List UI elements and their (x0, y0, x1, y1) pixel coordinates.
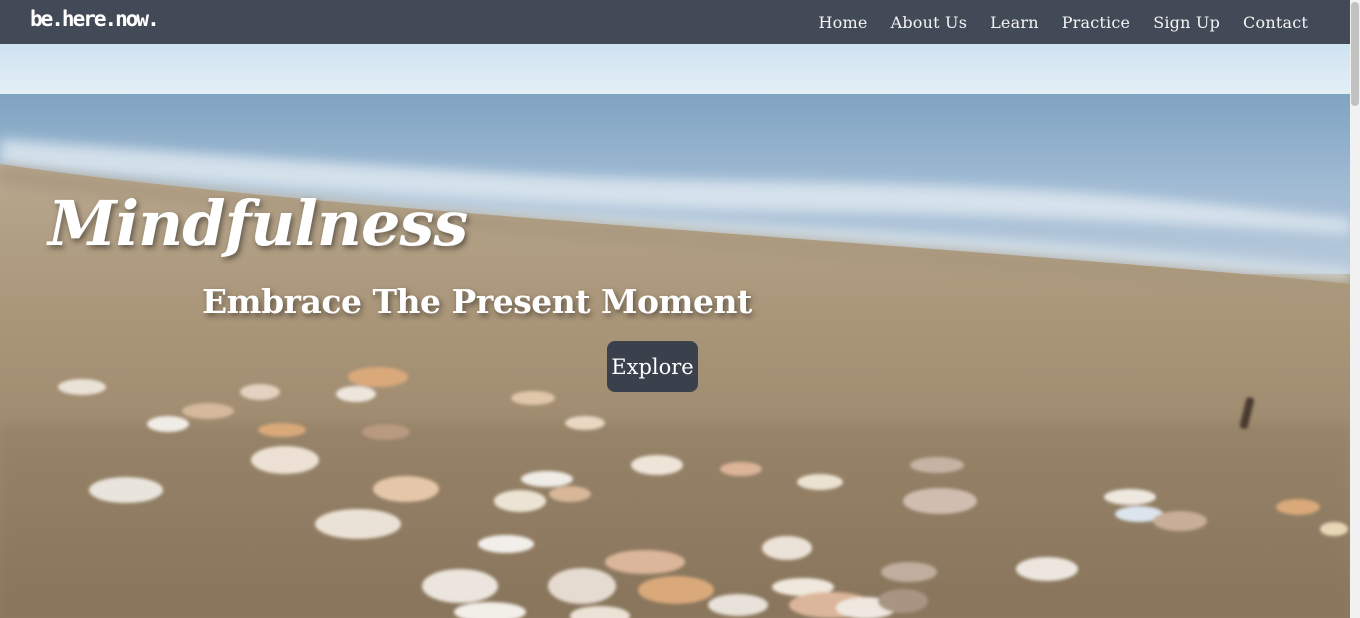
vertical-scrollbar[interactable] (1350, 0, 1360, 618)
top-navbar: be.here.now. Home About Us Learn Practic… (0, 0, 1350, 44)
page: be.here.now. Home About Us Learn Practic… (0, 0, 1360, 618)
nav-link-contact[interactable]: Contact (1243, 13, 1308, 32)
nav-link-about-us[interactable]: About Us (891, 13, 968, 32)
hero-title: Mindfulness (48, 187, 468, 260)
hero-subtitle: Embrace The Present Moment (202, 282, 752, 321)
nav-link-practice[interactable]: Practice (1062, 13, 1131, 32)
beach-background-image (0, 44, 1350, 618)
brand-logo[interactable]: be.here.now. (30, 5, 160, 33)
scrollbar-thumb[interactable] (1351, 2, 1359, 106)
hero-section: Mindfulness Embrace The Present Moment E… (0, 44, 1350, 618)
explore-button[interactable]: Explore (607, 341, 698, 392)
nav-link-home[interactable]: Home (819, 13, 868, 32)
nav-links: Home About Us Learn Practice Sign Up Con… (796, 0, 1308, 44)
nav-link-sign-up[interactable]: Sign Up (1153, 13, 1220, 32)
nav-link-learn[interactable]: Learn (990, 13, 1039, 32)
